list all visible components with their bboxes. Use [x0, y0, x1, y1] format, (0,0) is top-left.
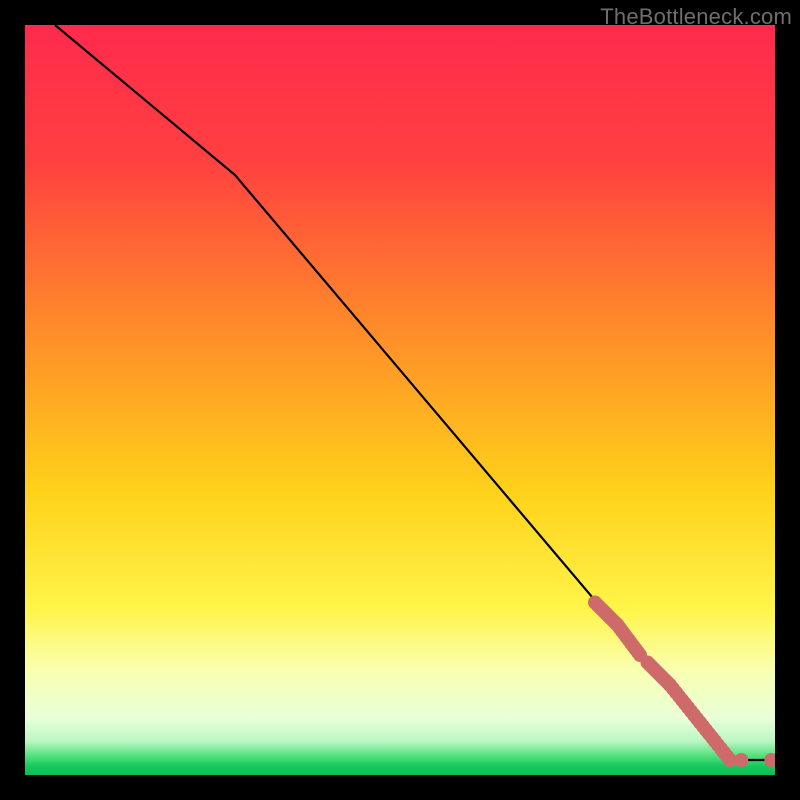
- bottleneck-curve: [55, 25, 775, 760]
- chart-overlay: [25, 25, 775, 775]
- watermark-text: TheBottleneck.com: [600, 4, 792, 30]
- chart-canvas: TheBottleneck.com: [0, 0, 800, 800]
- marker-group: [588, 596, 775, 768]
- data-marker: [734, 753, 748, 767]
- data-marker: [764, 753, 775, 767]
- plot-area: [25, 25, 775, 775]
